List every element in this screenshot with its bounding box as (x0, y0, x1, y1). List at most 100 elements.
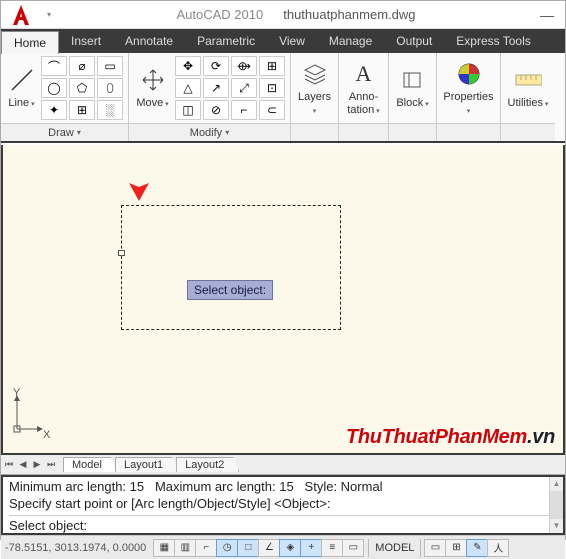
tab-express[interactable]: Express Tools (444, 29, 542, 53)
command-window[interactable]: Minimum arc length: 15 Maximum arc lengt… (1, 475, 565, 535)
utilities-button[interactable]: Utilities (507, 57, 549, 119)
color-wheel-icon (455, 60, 483, 88)
layers-button[interactable]: Layers (296, 57, 333, 119)
polar-toggle[interactable]: ◷ (216, 539, 238, 557)
point-icon[interactable]: ✦ (41, 100, 67, 120)
y-axis-label: Y (13, 387, 20, 399)
selection-handle[interactable] (118, 250, 125, 256)
ortho-toggle[interactable]: ⌐ (195, 539, 217, 557)
watermark: ThuThuatPhanMem.vn (346, 426, 555, 449)
move-icon (139, 66, 167, 94)
tab-next-icon[interactable]: ▶ (31, 459, 43, 470)
panel-modify: Move ✥ ⟳ ⟴ ⊞ △ ↗ ⤢ ⊡ ◫ ⊘ ⌐ ⊂ Modify (129, 53, 291, 141)
gradient-icon[interactable]: ░ (97, 100, 123, 120)
drawing-canvas[interactable]: Select object: Y X ThuThuatPhanMem.vn (1, 145, 565, 455)
block-icon (399, 66, 427, 94)
panel-props-label (437, 123, 500, 141)
tab-prev-icon[interactable]: ◀ (17, 459, 29, 470)
status-bar: -78.5151, 3013.1974, 0.0000 ▦ ▥ ⌐ ◷ □ ∠ … (1, 535, 565, 559)
app-title: AutoCAD 2010 (177, 7, 264, 22)
minimize-icon[interactable]: — (535, 7, 559, 23)
properties-button[interactable]: Properties (442, 57, 495, 119)
status-btn-d[interactable]: 人 (487, 539, 509, 557)
panel-modify-label[interactable]: Modify (129, 123, 290, 141)
cmd-line-1: Minimum arc length: 15 Maximum arc lengt… (9, 479, 557, 496)
tab-output[interactable]: Output (384, 29, 444, 53)
tab-last-icon[interactable]: ⏭ (45, 459, 57, 470)
erase-icon[interactable]: ⊘ (203, 100, 229, 120)
ribbon-tabs: Home Insert Annotate Parametric View Man… (1, 29, 565, 53)
cmd-line-2: Specify start point or [Arc length/Objec… (9, 496, 557, 513)
panel-util-label (501, 123, 555, 141)
panel-block: Block (389, 53, 437, 141)
status-btn-a[interactable]: ▭ (424, 539, 446, 557)
offset-icon[interactable]: ◫ (175, 100, 201, 120)
tab-layout1[interactable]: Layout1 (115, 457, 178, 472)
cursor-tooltip: Select object: (187, 280, 273, 300)
status-btn-c[interactable]: ✎ (466, 539, 488, 557)
x-axis-label: X (43, 429, 50, 441)
model-space-toggle[interactable]: MODEL (368, 539, 421, 557)
annotation-arrow-icon (124, 157, 154, 208)
tab-view[interactable]: View (267, 29, 317, 53)
spline-icon[interactable]: ⬯ (97, 78, 123, 98)
tab-manage[interactable]: Manage (317, 29, 384, 53)
panel-anno-label (339, 123, 388, 141)
status-btn-b[interactable]: ⊞ (445, 539, 467, 557)
lwt-toggle[interactable]: ≡ (321, 539, 343, 557)
panel-draw-label[interactable]: Draw (1, 123, 128, 141)
measure-icon (514, 66, 542, 94)
ellipse-icon[interactable]: ◯ (41, 78, 67, 98)
panel-draw: Line ⌒ ⌀ ▭ ◯ ⬠ ⬯ ✦ ⊞ ░ Draw (1, 53, 129, 141)
otrack-toggle[interactable]: ∠ (258, 539, 280, 557)
snap-toggle[interactable]: ▦ (153, 539, 175, 557)
draw-tools-grid: ⌒ ⌀ ▭ ◯ ⬠ ⬯ ✦ ⊞ ░ (41, 56, 123, 120)
block-button[interactable]: Block (394, 57, 431, 119)
tab-parametric[interactable]: Parametric (185, 29, 267, 53)
qp-toggle[interactable]: ▭ (342, 539, 364, 557)
scroll-down-icon[interactable]: ▼ (550, 519, 563, 533)
ducs-toggle[interactable]: ◈ (279, 539, 301, 557)
array-icon[interactable]: ⊞ (259, 56, 285, 76)
file-title: thuthuatphanmem.dwg (283, 7, 415, 22)
cmd-scrollbar[interactable]: ▲ ▼ (549, 477, 563, 533)
tab-annotate[interactable]: Annotate (113, 29, 185, 53)
scale-icon[interactable]: ⤢ (231, 78, 257, 98)
panel-block-label (389, 123, 436, 141)
tab-layout2[interactable]: Layout2 (176, 457, 239, 472)
layers-icon (301, 60, 329, 88)
tab-model[interactable]: Model (63, 457, 117, 472)
grid-toggle[interactable]: ▥ (174, 539, 196, 557)
panel-properties: Properties (437, 53, 501, 141)
cmd-prompt: Select object: (9, 518, 557, 535)
mirror-icon[interactable]: △ (175, 78, 201, 98)
line-icon (8, 66, 36, 94)
polygon-icon[interactable]: ⬠ (69, 78, 95, 98)
panel-layers: Layers (291, 53, 339, 141)
trim-icon[interactable]: ⟴ (231, 56, 257, 76)
line-button[interactable]: Line (6, 57, 37, 119)
modify-tools-grid: ✥ ⟳ ⟴ ⊞ △ ↗ ⤢ ⊡ ◫ ⊘ ⌐ ⊂ (175, 56, 285, 120)
tab-first-icon[interactable]: ⏮ (3, 459, 15, 470)
rotate-icon[interactable]: ⟳ (203, 56, 229, 76)
scroll-up-icon[interactable]: ▲ (550, 477, 563, 491)
stretch-icon[interactable]: ⊡ (259, 78, 285, 98)
arc-icon[interactable]: ⌒ (41, 56, 67, 76)
annotation-button[interactable]: A Anno- tation (344, 57, 383, 119)
ribbon: Line ⌒ ⌀ ▭ ◯ ⬠ ⬯ ✦ ⊞ ░ Draw Move (1, 53, 565, 143)
fillet-icon[interactable]: ⌐ (231, 100, 257, 120)
dyn-toggle[interactable]: + (300, 539, 322, 557)
hatch-icon[interactable]: ⊞ (69, 100, 95, 120)
extend-icon[interactable]: ↗ (203, 78, 229, 98)
rect-icon[interactable]: ▭ (97, 56, 123, 76)
chamfer-icon[interactable]: ⊂ (259, 100, 285, 120)
osnap-toggle[interactable]: □ (237, 539, 259, 557)
qat-dropdown-icon[interactable]: ▾ (41, 10, 57, 19)
tab-home[interactable]: Home (1, 31, 59, 54)
app-logo[interactable] (1, 1, 41, 29)
move-button[interactable]: Move (134, 57, 171, 119)
copy-icon[interactable]: ✥ (175, 56, 201, 76)
circle-icon[interactable]: ⌀ (69, 56, 95, 76)
tab-insert[interactable]: Insert (59, 29, 113, 53)
selection-rectangle (121, 205, 341, 330)
